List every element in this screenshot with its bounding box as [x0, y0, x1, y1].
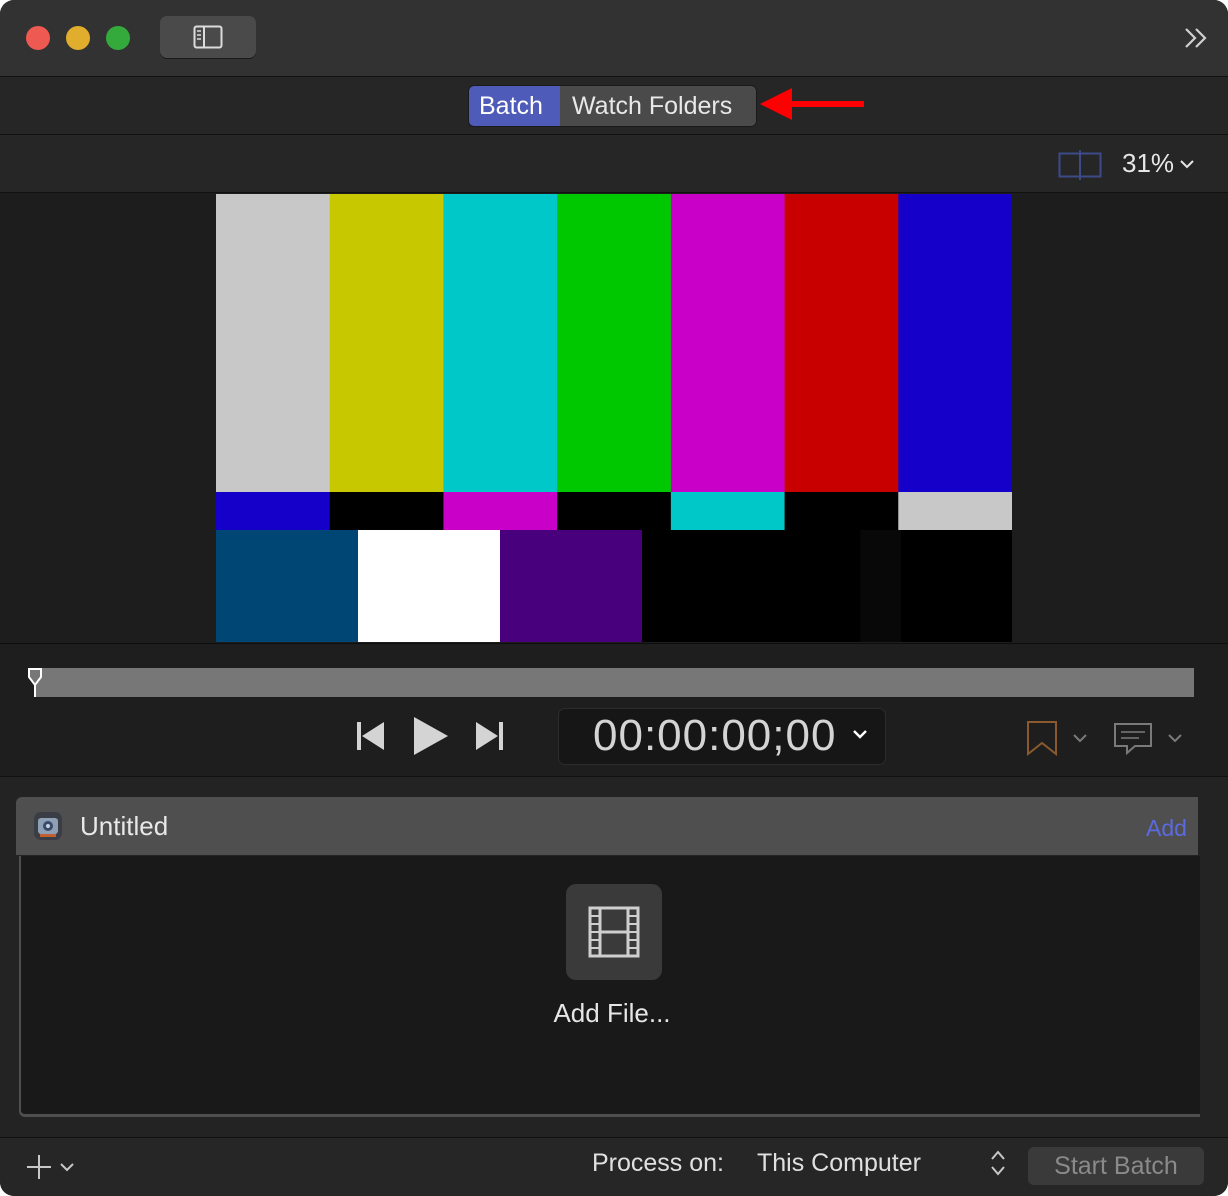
zoom-popup[interactable]: 31% — [1122, 148, 1194, 179]
zoom-window-button[interactable] — [106, 26, 130, 50]
timecode-value: 00:00:00;00 — [593, 711, 837, 760]
batch-header[interactable] — [16, 797, 1198, 855]
minimize-window-button[interactable] — [66, 26, 90, 50]
chevron-down-icon — [1073, 734, 1087, 743]
sidebar-icon — [193, 25, 223, 49]
color-bar-middle — [443, 492, 558, 530]
previous-button[interactable] — [352, 716, 388, 756]
chevron-down-icon — [60, 1163, 74, 1172]
color-bar-top — [670, 194, 786, 492]
chevron-down-icon — [1168, 734, 1182, 743]
color-bar-middle — [784, 492, 899, 530]
color-bar-bottom — [860, 530, 902, 642]
split-view-icon[interactable] — [1058, 150, 1102, 180]
add-menu-button[interactable] — [22, 1150, 78, 1184]
start-batch-button[interactable]: Start Batch — [1028, 1147, 1204, 1185]
color-bar-middle — [216, 492, 331, 530]
play-icon — [414, 717, 448, 755]
bookmark-icon — [1027, 721, 1057, 756]
chevron-down-icon[interactable] — [850, 727, 870, 743]
color-bar-bottom — [834, 530, 861, 642]
close-window-button[interactable] — [26, 26, 50, 50]
batch-title[interactable]: Untitled — [80, 810, 168, 842]
color-bar-top — [329, 194, 444, 492]
toolbar-overflow-button[interactable] — [1178, 20, 1214, 56]
caption-icon — [1114, 723, 1152, 756]
color-bar-bottom — [642, 530, 835, 642]
watch-folders-tab[interactable]: Watch Folders — [560, 86, 756, 126]
sidebar-toggle-button[interactable] — [160, 16, 256, 58]
plus-icon — [27, 1155, 51, 1179]
color-bar-bottom — [901, 530, 1012, 642]
compressor-app-icon — [34, 812, 62, 840]
marker-button[interactable] — [1020, 718, 1094, 758]
skip-back-icon — [357, 722, 384, 750]
batch-tab[interactable]: Batch — [469, 86, 560, 126]
film-icon — [588, 906, 640, 958]
updown-chevron-icon[interactable] — [988, 1148, 1008, 1178]
color-bar-middle — [898, 492, 1012, 530]
color-bar-top — [443, 194, 558, 492]
color-bar-middle — [670, 492, 786, 530]
process-on-popup[interactable]: This Computer — [757, 1148, 921, 1178]
playhead[interactable] — [27, 667, 43, 699]
color-bar-middle — [329, 492, 444, 530]
compressor-window: Batch Watch Folders 31% 00:00:00;00 Unti… — [0, 0, 1228, 1196]
red-annotation-arrow — [760, 88, 864, 120]
chevron-down-icon — [1180, 159, 1194, 168]
scrubber-bar[interactable] — [34, 668, 1194, 697]
mode-segmented-control: Batch Watch Folders — [468, 85, 757, 127]
color-bar-bottom — [358, 530, 501, 642]
color-bar-bottom — [216, 530, 359, 642]
process-on-label: Process on: — [592, 1149, 725, 1177]
zoom-value: 31% — [1122, 148, 1175, 178]
color-bar-top — [898, 194, 1012, 492]
color-bar-bottom — [500, 530, 643, 642]
color-bars-preview — [216, 194, 1012, 642]
add-file-label[interactable]: Add File... — [512, 996, 712, 1030]
viewer-header — [0, 135, 1228, 193]
add-link[interactable]: Add — [1146, 814, 1187, 842]
color-bar-top — [216, 194, 331, 492]
color-bar-top — [784, 194, 899, 492]
color-bar-top — [557, 194, 672, 492]
add-file-button[interactable] — [566, 884, 662, 980]
skip-forward-icon — [476, 722, 503, 750]
caption-button[interactable] — [1110, 718, 1186, 758]
play-button[interactable] — [408, 712, 452, 760]
double-chevron-right-icon — [1185, 28, 1207, 48]
color-bar-middle — [557, 492, 672, 530]
next-button[interactable] — [472, 716, 508, 756]
